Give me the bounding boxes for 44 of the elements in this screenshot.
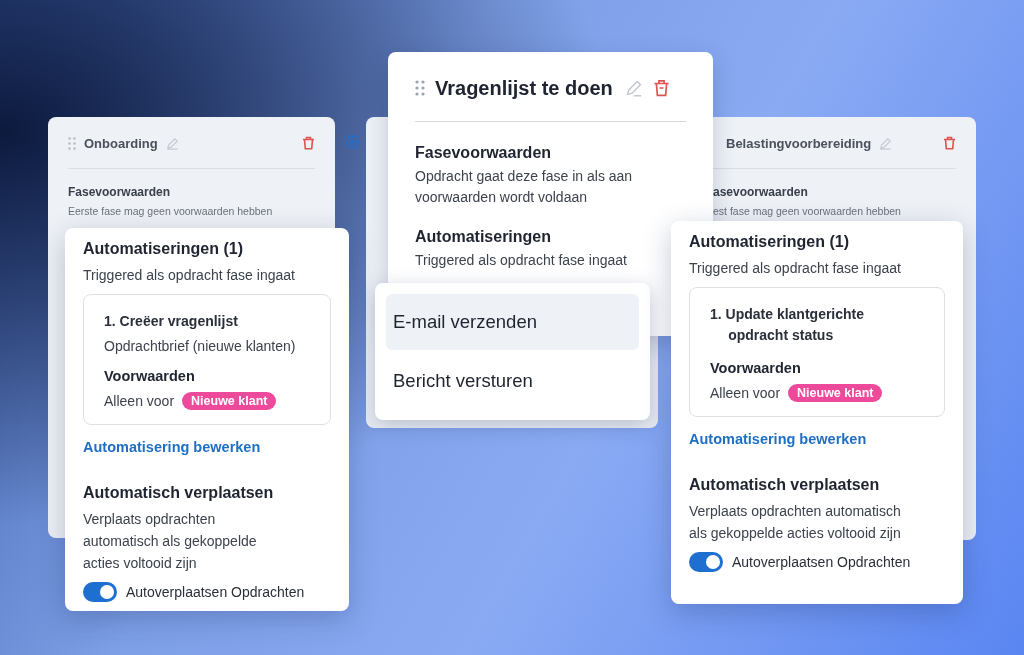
tag: Nieuwe klant [788,384,883,402]
drag-handle-icon[interactable] [415,80,425,96]
trash-icon[interactable] [652,79,670,97]
menu-item[interactable]: E-mail verzenden [386,294,639,350]
phase-title: Vragenlijst te doen [435,76,613,100]
toggle-label: Autoverplaatsen Opdrachten [732,554,911,570]
section-heading: Fasevoorwaarden [415,144,553,162]
conditions-heading: Voorwaarden [104,368,196,384]
section-heading: Automatisch verplaatsen [689,476,881,494]
trash-icon[interactable] [302,136,315,150]
section-heading: Automatiseringen (1) [689,233,850,251]
pencil-icon[interactable] [165,136,179,150]
column-title: Onboarding [84,135,158,151]
menu-item[interactable]: Bericht versturen [386,353,639,409]
automation-title: 1. Creëer vragenlijst [104,312,239,331]
section-heading: Automatiseringen (1) [83,240,244,258]
section-heading: Automatisch verplaatsen [83,484,275,502]
trigger-text: Triggered als opdracht fase ingaat [689,259,902,278]
section-text: Opdracht gaat deze fase in als aan voorwaarden wordt voldaan [415,167,634,207]
trash-icon[interactable] [943,136,956,150]
section-text: Verplaats opdrachten automatisch als gekoppelde acties voltooid zijn [83,510,258,573]
section-text: Triggered als opdracht fase ingaat [415,251,628,270]
toggle-switch[interactable] [689,552,723,572]
column-title: Belastingvoorbereiding [726,135,872,151]
section-text: est fase mag geen voorwaarden hebben [713,205,902,217]
section-text: Verplaats opdrachten automatisch als gekoppelde acties voltooid zijn [689,502,902,543]
toggle-label: Autoverplaatsen Opdrachten [126,584,305,600]
section-heading: Fasevoorwaarden [68,185,172,199]
drag-handle-icon[interactable] [68,136,76,150]
automation-title: 1. Update klantgerichte opdracht status [710,305,866,345]
section-heading: Automatiseringen [415,228,552,246]
conditions-label: Alleen voor [710,385,781,401]
edit-link[interactable]: Automatisering bewerken [83,439,261,455]
automation-detail: Opdrachtbrief (nieuwe klanten) [104,338,297,354]
trigger-text: Triggered als opdracht fase ingaat [83,266,296,285]
section-heading: asevoorwaarden [713,185,809,199]
tag: Nieuwe klant [182,392,277,410]
conditions-heading: Voorwaarden [710,360,802,376]
edit-link[interactable]: Automatisering bewerken [689,431,867,447]
toggle-switch[interactable] [83,582,117,602]
pencil-icon[interactable] [879,136,893,150]
pencil-icon[interactable] [624,79,643,97]
conditions-label: Alleen voor [104,393,175,409]
section-text: Eerste fase mag geen voorwaarden hebben [68,205,274,217]
